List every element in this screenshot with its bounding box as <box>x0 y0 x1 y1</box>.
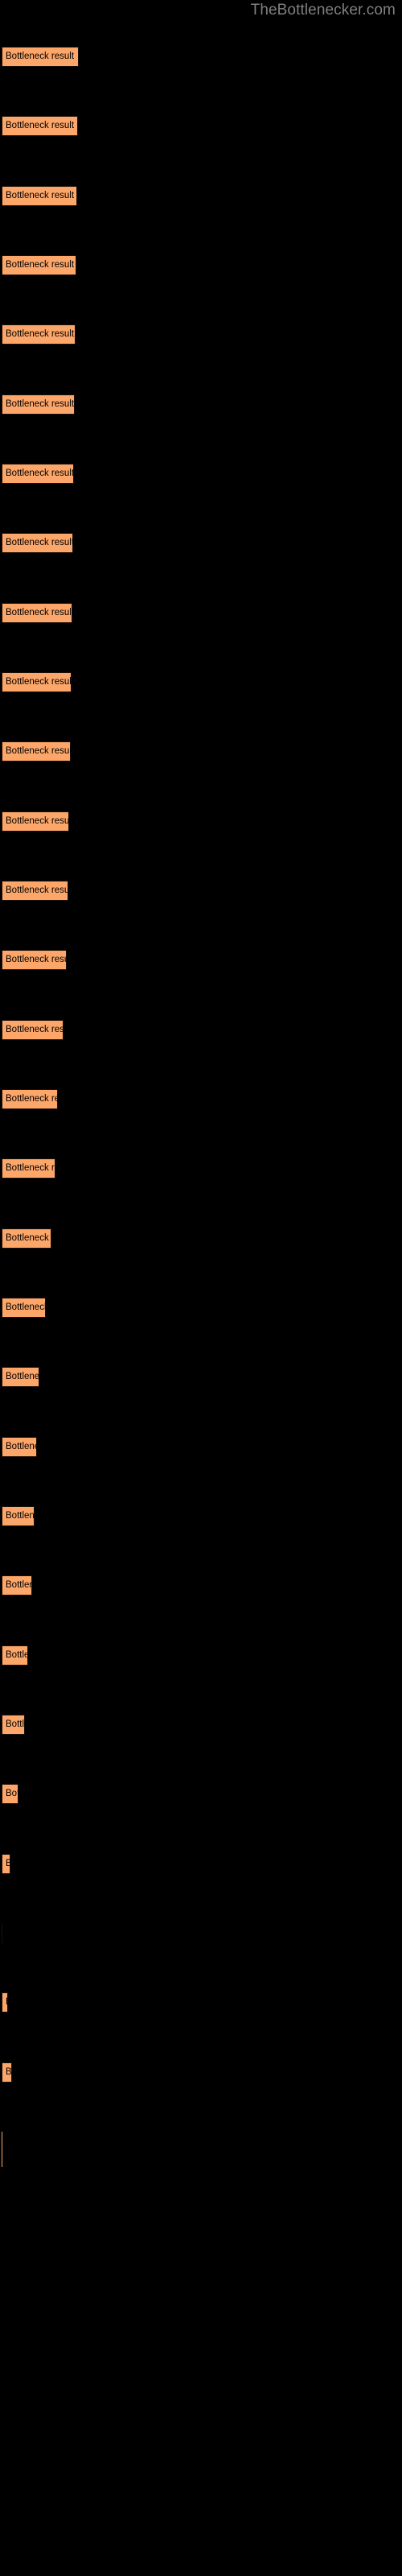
bar-clip: Bottleneck result <box>2 394 75 415</box>
bar-row: Bottleneck result <box>0 1158 402 1183</box>
bar-9[interactable] <box>2 603 72 623</box>
bar-row: Bottleneck result <box>0 324 402 349</box>
bar-row: Bottleneck result <box>0 1784 402 1808</box>
bar-24[interactable] <box>2 1645 28 1666</box>
bar-row: Bottleneck result <box>0 186 402 210</box>
bar-4[interactable] <box>2 255 76 275</box>
bar-row: Bottleneck result <box>0 1020 402 1044</box>
bar-clip: Bottleneck result <box>2 1437 37 1457</box>
bar-13[interactable] <box>2 881 68 901</box>
bar-clip: Bottleneck result <box>2 47 79 67</box>
bar-clip: Bottleneck result <box>2 255 76 275</box>
bar-row: Bottleneck result <box>0 116 402 140</box>
bar-row: Bottleneck result <box>0 2062 402 2087</box>
bar-clip: Bottleneck result <box>2 1784 18 1804</box>
bar-clip: Bottleneck result <box>2 950 67 970</box>
bar-clip: Bottleneck result <box>2 1992 8 2013</box>
bar-row: Bottleneck result <box>0 255 402 279</box>
bar-clip: Bottleneck result <box>2 186 77 206</box>
bar-27[interactable] <box>2 1854 10 1874</box>
bar-clip: Bottleneck result <box>2 464 74 484</box>
bar-8[interactable] <box>2 533 73 553</box>
bar-clip: Bottleneck result <box>2 811 69 832</box>
bar-14[interactable] <box>2 950 67 970</box>
bar-row: Bottleneck result <box>0 1575 402 1600</box>
bar-11[interactable] <box>2 741 71 762</box>
bar-row: Bottleneck result <box>0 1854 402 1878</box>
bar-clip: Bottleneck result <box>2 533 73 553</box>
bar-clip: Bottleneck result <box>2 324 76 345</box>
bar-29[interactable] <box>2 1992 8 2013</box>
bar-6[interactable] <box>2 394 75 415</box>
bar-row: Bottleneck result <box>0 1992 402 2017</box>
bar-row: Bottleneck result <box>0 881 402 905</box>
bar-17[interactable] <box>2 1158 55 1179</box>
bar-12[interactable] <box>2 811 69 832</box>
bar-chart: Bottleneck result Bottleneck result Bottle… <box>0 0 402 2576</box>
bar-clip: Bottleneck result <box>2 2062 12 2083</box>
bar-18[interactable] <box>2 1228 51 1249</box>
bar-clip: Bottleneck result <box>2 1020 64 1040</box>
bar-row: Bottleneck result <box>0 533 402 557</box>
bar-25[interactable] <box>2 1715 25 1735</box>
bar-clip: Bottleneck result <box>2 1367 39 1387</box>
bar-clip: Bottleneck result <box>2 1575 32 1596</box>
bar-row: Bottleneck result <box>0 1506 402 1530</box>
bar-row: Bottleneck result <box>0 811 402 836</box>
bar-7[interactable] <box>2 464 74 484</box>
bar-clip: Bottleneck result <box>2 116 78 136</box>
bar-22[interactable] <box>2 1506 35 1526</box>
bar-row: Bottleneck result <box>0 1367 402 1391</box>
bar-23[interactable] <box>2 1575 32 1596</box>
bar-row: Bottleneck result <box>0 1923 402 1947</box>
bar-row: Bottleneck result <box>0 1298 402 1322</box>
bar-30[interactable] <box>2 2062 12 2083</box>
bar-row: Bottleneck result <box>0 1715 402 1739</box>
bar-row: Bottleneck result <box>0 1437 402 1461</box>
bar-clip: Bottleneck result <box>2 672 72 692</box>
bar-15[interactable] <box>2 1020 64 1040</box>
bar-row: Bottleneck result <box>0 672 402 696</box>
bar-clip: Bottleneck result <box>2 1228 51 1249</box>
bar-row: Bottleneck result <box>0 741 402 766</box>
bar-20[interactable] <box>2 1367 39 1387</box>
bar-clip: Bottleneck result <box>2 1298 46 1318</box>
bar-16[interactable] <box>2 1089 58 1109</box>
bar-row: Bottleneck result <box>0 394 402 419</box>
bar-row: Bottleneck result <box>0 1645 402 1670</box>
bar-3[interactable] <box>2 186 77 206</box>
bar-1[interactable] <box>2 47 79 67</box>
bar-clip: Bottleneck result <box>2 603 72 623</box>
bar-clip: Bottleneck result <box>2 1506 35 1526</box>
bar-row: Bottleneck result <box>0 1089 402 1113</box>
bar-clip: Bottleneck result <box>2 1645 28 1666</box>
bottleneck-chart-page: TheBottlenecker.com Bottleneck result Bot… <box>0 0 402 2576</box>
bar-10[interactable] <box>2 672 72 692</box>
bar-21[interactable] <box>2 1437 37 1457</box>
bar-19[interactable] <box>2 1298 46 1318</box>
bar-row: Bottleneck result <box>0 1228 402 1253</box>
bar-5[interactable] <box>2 324 76 345</box>
bar-clip: Bottleneck result <box>2 741 71 762</box>
bar-clip: Bottleneck result <box>2 1158 55 1179</box>
bar-26[interactable] <box>2 1784 18 1804</box>
bar-2[interactable] <box>2 116 78 136</box>
bar-row: Bottleneck result <box>0 950 402 974</box>
bar-row: Bottleneck result <box>0 603 402 627</box>
bar-clip: Bottleneck result <box>2 1715 25 1735</box>
bar-clip: Bottleneck result <box>2 881 68 901</box>
bar-clip: Bottleneck result <box>2 1089 58 1109</box>
bar-row: Bottleneck result <box>0 464 402 488</box>
bar-row: Bottleneck result <box>0 47 402 71</box>
bar-clip: Bottleneck result <box>2 1854 10 1874</box>
